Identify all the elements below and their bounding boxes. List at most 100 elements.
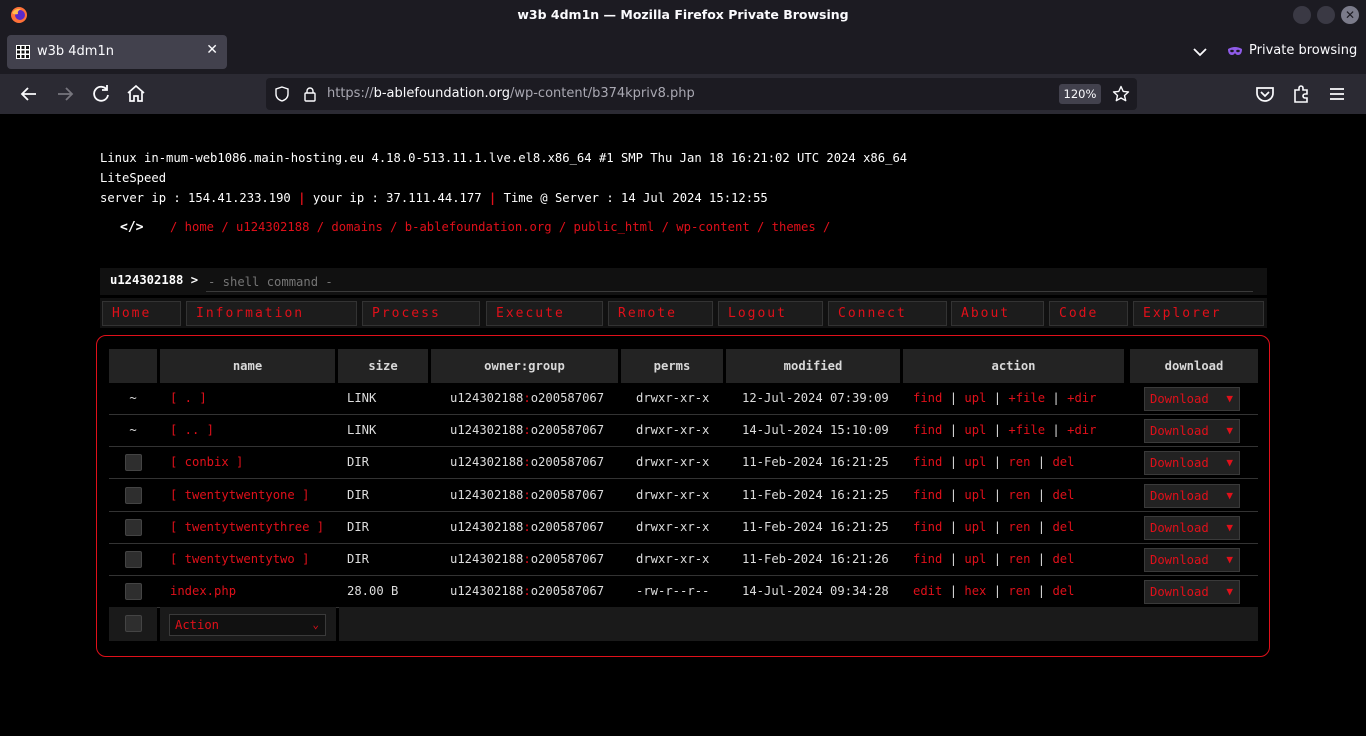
file-perms[interactable]: drwxr-xr-x <box>636 480 709 511</box>
file-perms[interactable]: drwxr-xr-x <box>636 447 709 478</box>
header-modified[interactable]: modified <box>726 349 900 383</box>
menu-process[interactable]: Process <box>362 301 480 326</box>
action-upload-link[interactable]: upl <box>964 488 986 502</box>
back-arrow-icon[interactable] <box>17 82 41 106</box>
action-delete-link[interactable]: del <box>1052 584 1074 598</box>
file-name-link[interactable]: index.php <box>170 576 236 607</box>
action-rename-link[interactable]: ren <box>1008 455 1030 469</box>
bulk-action-select[interactable]: Action ⌄ <box>169 614 326 636</box>
menu-remote[interactable]: Remote <box>608 301 713 326</box>
download-select[interactable]: Download ▼ <box>1144 387 1240 411</box>
action-hex-link[interactable]: hex <box>964 584 986 598</box>
header-size[interactable]: size <box>338 349 428 383</box>
file-perms[interactable]: drwxr-xr-x <box>636 415 709 446</box>
action-find-link[interactable]: find <box>913 488 942 502</box>
file-modified[interactable]: 11-Feb-2024 16:21:26 <box>742 544 889 575</box>
action-new-file-link[interactable]: +file <box>1008 391 1045 405</box>
action-new-dir-link[interactable]: +dir <box>1067 391 1096 405</box>
action-upload-link[interactable]: upl <box>964 391 986 405</box>
home-icon[interactable] <box>124 82 148 106</box>
close-window-button[interactable]: ✕ <box>1341 6 1359 24</box>
download-select[interactable]: Download ▼ <box>1144 580 1240 604</box>
file-modified[interactable]: 11-Feb-2024 16:21:25 <box>742 447 889 478</box>
file-modified[interactable]: 11-Feb-2024 16:21:25 <box>742 512 889 543</box>
menu-explorer[interactable]: Explorer <box>1133 301 1264 326</box>
lock-icon[interactable] <box>302 86 318 102</box>
row-checkbox[interactable] <box>124 454 142 471</box>
action-delete-link[interactable]: del <box>1052 455 1074 469</box>
action-upload-link[interactable]: upl <box>964 552 986 566</box>
file-name-link[interactable]: [ twentytwentythree ] <box>170 512 324 543</box>
action-rename-link[interactable]: ren <box>1008 520 1030 534</box>
action-new-dir-link[interactable]: +dir <box>1067 423 1096 437</box>
file-name-link[interactable]: [ twentytwentyone ] <box>170 480 309 511</box>
breadcrumb-path[interactable]: / home / u124302188 / domains / b-ablefo… <box>170 220 830 234</box>
file-modified[interactable]: 14-Jul-2024 15:10:09 <box>742 415 889 446</box>
hamburger-menu-icon[interactable] <box>1325 82 1349 106</box>
minimize-button[interactable] <box>1293 6 1311 24</box>
action-delete-link[interactable]: del <box>1052 520 1074 534</box>
file-name-link[interactable]: [ . ] <box>170 383 207 414</box>
code-tag-icon[interactable]: </> <box>120 220 143 235</box>
row-checkbox[interactable] <box>124 487 142 504</box>
action-upload-link[interactable]: upl <box>964 423 986 437</box>
bookmark-star-icon[interactable] <box>1112 85 1130 103</box>
action-find-link[interactable]: find <box>913 455 942 469</box>
url-text[interactable]: https://b-ablefoundation.org/wp-content/… <box>327 86 695 101</box>
menu-code[interactable]: Code <box>1049 301 1128 326</box>
url-bar[interactable]: https://b-ablefoundation.org/wp-content/… <box>266 78 1137 110</box>
file-name-link[interactable]: [ conbix ] <box>170 447 243 478</box>
action-rename-link[interactable]: ren <box>1008 488 1030 502</box>
action-find-link[interactable]: find <box>913 552 942 566</box>
action-edit-link[interactable]: edit <box>913 584 942 598</box>
maximize-button[interactable] <box>1317 6 1335 24</box>
action-rename-link[interactable]: ren <box>1008 584 1030 598</box>
menu-information[interactable]: Information <box>186 301 357 326</box>
file-modified[interactable]: 14-Jul-2024 09:34:28 <box>742 576 889 607</box>
action-find-link[interactable]: find <box>913 391 942 405</box>
shell-command-input[interactable] <box>206 272 1253 292</box>
file-modified[interactable]: 11-Feb-2024 16:21:25 <box>742 480 889 511</box>
action-rename-link[interactable]: ren <box>1008 552 1030 566</box>
action-delete-link[interactable]: del <box>1052 552 1074 566</box>
extensions-icon[interactable] <box>1289 82 1313 106</box>
forward-arrow-icon[interactable] <box>53 82 77 106</box>
header-owner-group[interactable]: owner:group <box>431 349 618 383</box>
row-checkbox[interactable] <box>124 519 142 536</box>
file-modified[interactable]: 12-Jul-2024 07:39:09 <box>742 383 889 414</box>
action-new-file-link[interactable]: +file <box>1008 423 1045 437</box>
download-select[interactable]: Download ▼ <box>1144 451 1240 475</box>
action-delete-link[interactable]: del <box>1052 488 1074 502</box>
download-select[interactable]: Download ▼ <box>1144 548 1240 572</box>
chevron-down-icon[interactable] <box>1190 42 1210 62</box>
select-all-checkbox[interactable] <box>124 615 142 632</box>
row-checkbox[interactable] <box>124 583 142 600</box>
action-upload-link[interactable]: upl <box>964 520 986 534</box>
file-perms[interactable]: drwxr-xr-x <box>636 544 709 575</box>
row-checkbox[interactable] <box>124 551 142 568</box>
download-select[interactable]: Download ▼ <box>1144 419 1240 443</box>
menu-logout[interactable]: Logout <box>718 301 823 326</box>
tab-close-icon[interactable]: ✕ <box>206 42 218 58</box>
header-perms[interactable]: perms <box>621 349 723 383</box>
menu-about[interactable]: About <box>951 301 1044 326</box>
action-find-link[interactable]: find <box>913 520 942 534</box>
tab-active[interactable]: w3b 4dm1n ✕ <box>7 35 227 69</box>
file-perms[interactable]: drwxr-xr-x <box>636 383 709 414</box>
menu-connect[interactable]: Connect <box>828 301 947 326</box>
zoom-level-button[interactable]: 120% <box>1059 84 1101 104</box>
file-name-link[interactable]: [ twentytwentytwo ] <box>170 544 309 575</box>
file-perms[interactable]: drwxr-xr-x <box>636 512 709 543</box>
shield-icon[interactable] <box>274 86 290 102</box>
download-select[interactable]: Download ▼ <box>1144 484 1240 508</box>
reload-icon[interactable] <box>89 82 113 106</box>
menu-home[interactable]: Home <box>102 301 181 326</box>
pocket-icon[interactable] <box>1253 82 1277 106</box>
action-find-link[interactable]: find <box>913 423 942 437</box>
file-name-link[interactable]: [ .. ] <box>170 415 214 446</box>
header-name[interactable]: name <box>160 349 335 383</box>
action-upload-link[interactable]: upl <box>964 455 986 469</box>
download-select[interactable]: Download ▼ <box>1144 516 1240 540</box>
file-perms[interactable]: -rw-r--r-- <box>636 576 709 607</box>
menu-execute[interactable]: Execute <box>486 301 603 326</box>
